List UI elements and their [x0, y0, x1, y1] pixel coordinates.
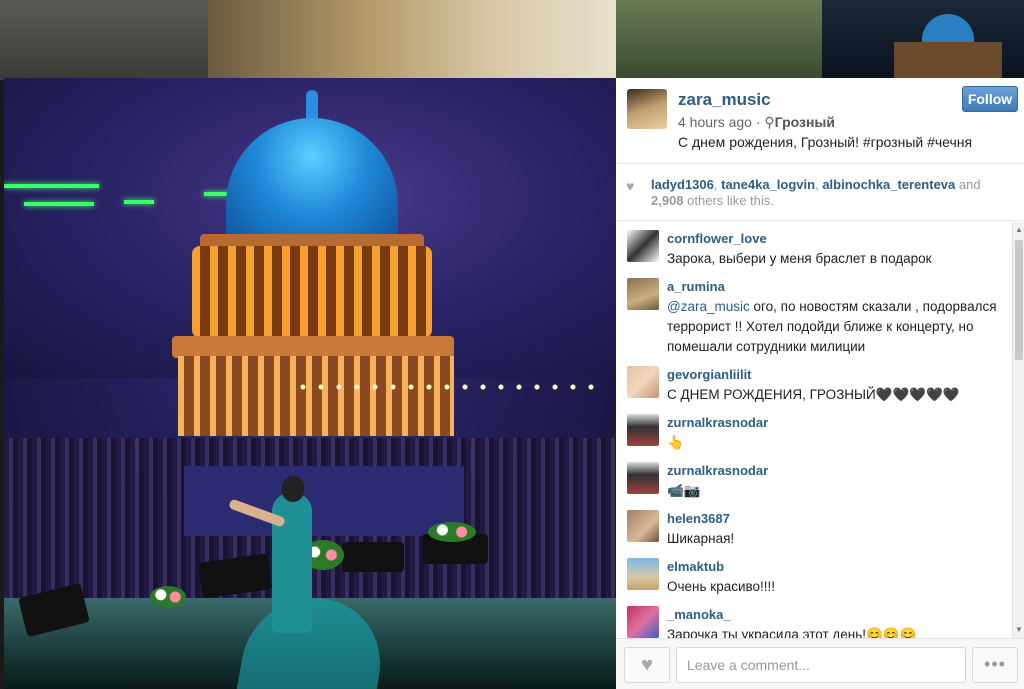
like-user-link[interactable]: ladyd1306 [651, 177, 714, 192]
commenter-username[interactable]: _manoka_ [667, 607, 731, 622]
like-user-link[interactable]: tane4ka_logvin [721, 177, 815, 192]
background-feed [0, 0, 1024, 80]
likes-suffix: others like this. [687, 193, 774, 208]
stage-lights [294, 384, 594, 390]
scroll-up-arrow-icon[interactable]: ▲ [1013, 224, 1024, 236]
likes-separator: , [713, 177, 718, 192]
likes-and: and [958, 177, 981, 192]
singer-head [282, 476, 304, 502]
post-caption: С днем рождения, Грозный! #грозный #чечн… [678, 134, 973, 150]
like-user-link[interactable]: albinochka_terenteva [822, 177, 955, 192]
commenter-username[interactable]: gevorgianliilit [667, 367, 752, 382]
likes-count[interactable]: 2,908 [651, 193, 684, 208]
commenter-avatar[interactable] [627, 414, 659, 446]
commenter-username[interactable]: helen3687 [667, 511, 730, 526]
post-footer: ♥ ••• [616, 638, 1024, 689]
flower-bouquet [150, 586, 186, 608]
post-photo[interactable] [4, 78, 616, 689]
post-location[interactable]: Грозный [775, 114, 835, 130]
commenter-avatar[interactable] [627, 558, 659, 590]
post-header: zara_music 4 hours ago · ⚲Грозный С днем… [616, 78, 1024, 164]
commenter-avatar[interactable] [627, 230, 659, 262]
likes-section: ♥ ladyd1306, tane4ka_logvin, albinochka_… [616, 165, 1024, 221]
owner-username[interactable]: zara_music [678, 90, 771, 110]
comment-text: Очень красиво!!!! [667, 579, 776, 594]
meta-separator: · [755, 114, 761, 130]
likes-separator: , [815, 177, 819, 192]
commenter-avatar[interactable] [627, 510, 659, 542]
comment-text: Зарока, выбери у меня браслет в подарок [667, 251, 932, 266]
post-meta: 4 hours ago · ⚲Грозный [678, 114, 835, 131]
more-options-button[interactable]: ••• [972, 647, 1018, 683]
heart-icon: ♥ [641, 654, 653, 676]
comment-text: 📹📷 [667, 483, 701, 498]
commenter-avatar[interactable] [627, 366, 659, 398]
comments-list[interactable]: cornflower_love Зарока, выбери у меня бр… [616, 222, 1012, 638]
commenter-username[interactable]: a_rumina [667, 279, 725, 294]
stage-backdrop [184, 466, 464, 536]
thumbnail-building [894, 42, 1002, 80]
comments-scrollbar[interactable]: ▲ ▼ [1012, 222, 1024, 638]
commenter-avatar[interactable] [627, 462, 659, 494]
commenter-username[interactable]: cornflower_love [667, 231, 767, 246]
follow-button[interactable]: Follow [962, 86, 1018, 112]
stage-speaker [342, 542, 404, 572]
location-pin-icon: ⚲ [764, 114, 775, 130]
scroll-down-arrow-icon[interactable]: ▼ [1013, 624, 1024, 636]
commenter-username[interactable]: zurnalkrasnodar [667, 415, 768, 430]
comment-text: @zara_music ого, по новостям сказали , п… [667, 297, 1002, 357]
comment-text: С ДНЕМ РОЖДЕНИЯ, ГРОЗНЫЙ🖤🖤🖤🖤🖤 [667, 387, 960, 402]
thumbnail-dome [922, 14, 974, 44]
singer-body [272, 493, 312, 633]
commenter-username[interactable]: elmaktub [667, 559, 724, 574]
background-thumbnail [822, 0, 1024, 80]
comment-input[interactable] [676, 647, 966, 683]
post-sidebar: zara_music 4 hours ago · ⚲Грозный С днем… [616, 78, 1024, 689]
comment-mention[interactable]: @zara_music [667, 299, 750, 314]
commenter-avatar[interactable] [627, 606, 659, 638]
building-ring [172, 336, 454, 358]
background-thumbnail [0, 0, 208, 80]
commenter-avatar[interactable] [627, 278, 659, 310]
likes-summary: ladyd1306, tane4ka_logvin, albinochka_te… [651, 177, 1013, 209]
heart-icon: ♥ [626, 178, 635, 194]
ellipsis-icon: ••• [984, 654, 1006, 674]
stage-laser [24, 202, 94, 206]
comment-text: Шикарная! [667, 531, 735, 546]
background-thumbnail [208, 0, 616, 80]
building-colonnade [178, 356, 454, 436]
stage-laser [4, 184, 99, 188]
post-time[interactable]: 4 hours ago [678, 114, 752, 130]
scrollbar-thumb[interactable] [1015, 240, 1023, 360]
comment-text: Зарочка ты украсила этот день!😊😊😊 [667, 627, 917, 638]
commenter-username[interactable]: zurnalkrasnodar [667, 463, 768, 478]
owner-avatar[interactable] [627, 89, 667, 129]
building-drum [192, 246, 432, 338]
comment-text: 👆 [667, 435, 684, 450]
background-thumbnail [616, 0, 822, 80]
flower-bouquet [428, 522, 476, 542]
stage-laser [124, 200, 154, 204]
like-button[interactable]: ♥ [624, 647, 670, 683]
